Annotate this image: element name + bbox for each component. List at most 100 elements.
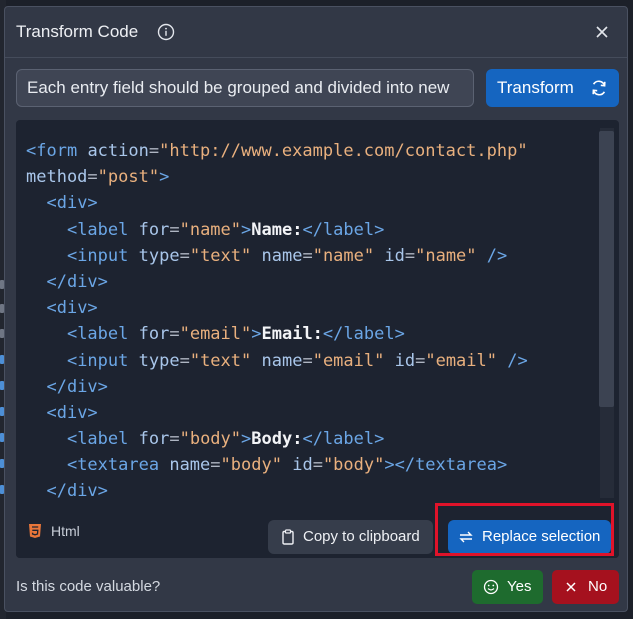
code-line: </div> <box>26 269 528 295</box>
code-token: <label <box>66 429 129 450</box>
code-line: <label for="name">Name:</label> <box>26 217 528 243</box>
code-token: for <box>138 429 170 450</box>
code-token: = <box>87 167 98 188</box>
feedback-no-button[interactable]: No <box>552 570 619 604</box>
x-icon <box>566 582 576 592</box>
code-token: <label <box>66 219 129 240</box>
transform-button-label: Transform <box>497 78 574 97</box>
swap-arrows-icon <box>459 531 473 543</box>
code-token: method <box>26 167 88 188</box>
code-token: = <box>169 324 180 345</box>
code-line: <form action="http://www.example.com/con… <box>26 138 528 164</box>
copy-to-clipboard-button[interactable]: Copy to clipboard <box>268 520 433 554</box>
code-block: <form action="http://www.example.com/con… <box>26 138 528 505</box>
scrollbar-thumb[interactable] <box>599 131 614 407</box>
code-token: for <box>138 219 170 240</box>
feedback-yes-button[interactable]: Yes <box>472 570 543 604</box>
code-line: <label for="email">Email:</label> <box>26 321 528 347</box>
close-icon[interactable] <box>593 23 611 41</box>
language-label: Html <box>51 523 80 539</box>
code-token: > <box>251 324 262 345</box>
code-token: = <box>179 350 190 371</box>
yes-label: Yes <box>507 578 532 595</box>
code-token: Name: <box>251 219 303 240</box>
code-token: "text" <box>189 350 252 371</box>
code-token: > <box>241 429 252 450</box>
code-token: <textarea <box>66 455 160 476</box>
dialog-title: Transform Code <box>16 22 139 41</box>
code-token: = <box>302 245 313 266</box>
code-token: name <box>261 350 303 371</box>
code-token: = <box>312 455 323 476</box>
html5-icon <box>29 524 41 538</box>
code-token: "post" <box>97 167 160 188</box>
clipboard-icon <box>282 529 294 545</box>
transform-button[interactable]: Transform <box>486 69 619 107</box>
code-token: <input <box>66 245 129 266</box>
code-line: <div> <box>26 295 528 321</box>
code-token: </div> <box>46 376 108 397</box>
code-line: <input type="text" name="name" id="name"… <box>26 243 528 269</box>
code-token: </label> <box>302 219 385 240</box>
code-token: = <box>148 141 160 161</box>
code-token: for <box>138 324 170 345</box>
code-token: Body: <box>251 429 303 450</box>
code-token: "body" <box>322 455 385 476</box>
code-token: name <box>169 455 211 476</box>
code-token: = <box>210 455 221 476</box>
code-token: "email" <box>312 350 385 371</box>
code-token: = <box>302 350 313 371</box>
code-token: <div> <box>46 298 98 319</box>
code-token: > <box>159 167 170 188</box>
info-circle-icon[interactable] <box>157 23 175 41</box>
code-token: "email" <box>179 324 252 345</box>
code-token: "http://www.example.com/contact.php" <box>159 141 528 161</box>
code-token: <div> <box>46 193 98 214</box>
code-preview: <form action="http://www.example.com/con… <box>16 120 619 558</box>
code-token: </label> <box>302 429 385 450</box>
code-line: <div> <box>26 400 528 426</box>
code-token: "body" <box>179 429 242 450</box>
code-token: "text" <box>189 245 252 266</box>
code-token: /> <box>507 350 528 371</box>
code-line: <label for="body">Body:</label> <box>26 426 528 452</box>
code-token: <input <box>66 350 129 371</box>
code-token: </label> <box>322 324 405 345</box>
code-line: <div> <box>26 190 528 216</box>
code-token: "email" <box>425 350 497 371</box>
code-token: "body" <box>220 455 282 476</box>
transform-prompt-input[interactable] <box>16 69 474 107</box>
code-footer: Html Copy to clipboard Replace selection <box>16 505 619 558</box>
code-token: "name" <box>415 245 477 266</box>
feedback-question: Is this code valuable? <box>16 578 161 595</box>
code-token: action <box>87 141 149 161</box>
code-token: = <box>404 245 416 266</box>
code-token: "name" <box>179 219 242 240</box>
refresh-icon <box>592 80 606 96</box>
replace-button-label: Replace selection <box>482 528 601 545</box>
code-line: <input type="text" name="email" id="emai… <box>26 348 528 374</box>
replace-selection-button[interactable]: Replace selection <box>448 520 611 554</box>
code-token: = <box>169 219 180 240</box>
copy-button-label: Copy to clipboard <box>303 528 420 545</box>
